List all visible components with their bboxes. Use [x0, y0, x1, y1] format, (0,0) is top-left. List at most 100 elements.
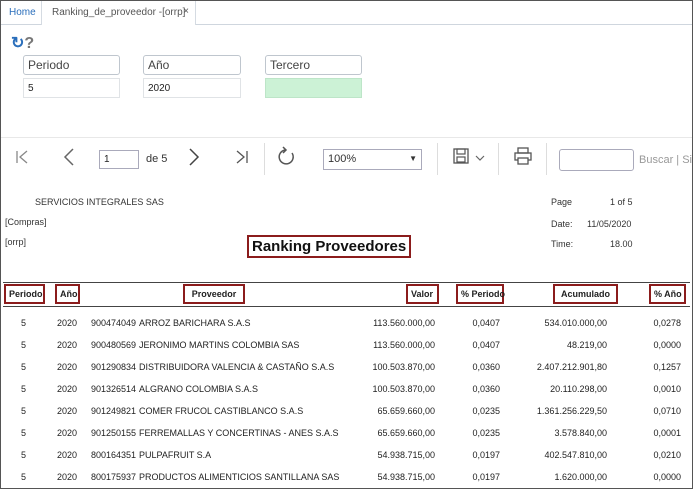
cell-pct-periodo: 0,0360	[472, 384, 500, 394]
cell-nombre: COMER FRUCOL CASTIBLANCO S.A.S	[139, 406, 304, 416]
cell-valor: 65.659.660,00	[377, 428, 435, 438]
cell-pct-periodo: 0,0197	[472, 472, 500, 482]
chevron-down-icon[interactable]	[475, 155, 485, 162]
print-icon[interactable]	[514, 147, 532, 165]
cell-pct-periodo: 0,0360	[472, 362, 500, 372]
col-anio: Año	[55, 284, 80, 304]
cell-acumulado: 2.407.212.901,80	[536, 362, 607, 372]
date-value: 11/05/2020	[587, 219, 632, 229]
cell-pct-periodo: 0,0407	[472, 318, 500, 328]
periodo-label: Periodo	[23, 55, 120, 75]
cell-valor: 100.503.870,00	[372, 362, 435, 372]
table-row: 5 2020 900480569 JERONIMO MARTINS COLOMBIA …	[1, 335, 692, 357]
anio-label: Año	[143, 55, 241, 75]
cell-nit: 800164351	[91, 450, 137, 460]
cell-nit: 901250155	[91, 428, 137, 438]
last-page-icon[interactable]	[235, 150, 249, 164]
table-row: 5 2020 900474049 ARROZ BARICHARA S.A.S 113.5…	[1, 313, 692, 335]
refresh-icon[interactable]: ↻	[11, 35, 24, 52]
search-next-link[interactable]: Buscar | Sig	[639, 154, 692, 166]
table-row: 5 2020 901326514 ALGRANO COLOMBIA S.A.S 100.…	[1, 379, 692, 401]
cell-pct-anio: 0,0001	[653, 428, 681, 438]
col-periodo: Periodo	[4, 284, 45, 304]
cell-periodo: 5	[21, 362, 27, 372]
cell-pct-anio: 0,1257	[653, 362, 681, 372]
cell-pct-anio: 0,0000	[653, 472, 681, 482]
table-row: 5 2020 901249821 COMER FRUCOL CASTIBLANCO S…	[1, 401, 692, 423]
cell-pct-anio: 0,0210	[653, 450, 681, 460]
cell-nit: 900474049	[91, 318, 137, 328]
zoom-select[interactable]: 100% ▼	[323, 149, 422, 170]
cell-periodo: 5	[21, 472, 27, 482]
cell-periodo: 5	[21, 340, 27, 350]
cell-acumulado: 1.361.256.229,50	[536, 406, 607, 416]
company-name: SERVICIOS INTEGRALES SAS	[35, 197, 164, 207]
tab-bar: Home Ranking_de_proveedor -[orrp] ×	[1, 1, 692, 25]
first-page-icon[interactable]	[15, 150, 29, 164]
cell-pct-anio: 0,0010	[653, 384, 681, 394]
search-input[interactable]	[559, 149, 634, 171]
table-header-rule	[3, 306, 690, 307]
toolbar-divider	[546, 143, 547, 175]
cell-nombre: JERONIMO MARTINS COLOMBIA SAS	[139, 340, 300, 350]
cell-valor: 113.560.000,00	[373, 318, 435, 328]
cell-nombre: PRODUCTOS ALIMENTICIOS SANTILLANA SAS	[139, 472, 340, 482]
cell-anio: 2020	[57, 362, 78, 372]
cell-valor: 54.938.715,00	[377, 472, 435, 482]
cell-pct-anio: 0,0710	[653, 406, 681, 416]
close-icon[interactable]: ×	[183, 6, 189, 17]
save-icon[interactable]	[453, 148, 469, 164]
time-label: Time:	[551, 239, 574, 249]
table-row: 5 2020 800164351 PULPAFRUIT S.A 54.938.715,0…	[1, 445, 692, 467]
prev-page-icon[interactable]	[63, 148, 75, 166]
report-viewer-window: Home Ranking_de_proveedor -[orrp] × ↻? P…	[0, 0, 693, 489]
tab-ranking-proveedor[interactable]: Ranking_de_proveedor -[orrp] ×	[41, 1, 196, 25]
col-pct-periodo: % Periodo	[456, 284, 505, 304]
tercero-label: Tercero	[265, 55, 362, 75]
cell-anio: 2020	[57, 340, 78, 350]
cell-nit: 901326514	[91, 384, 137, 394]
cell-pct-anio: 0,0278	[653, 318, 681, 328]
cell-nit: 901249821	[91, 406, 137, 416]
cell-acumulado: 534.010.000,00	[544, 318, 607, 328]
tercero-field[interactable]	[265, 78, 362, 98]
col-acumulado: Acumulado	[553, 284, 618, 304]
cell-periodo: 5	[21, 318, 27, 328]
report-code: [orrp]	[5, 237, 27, 247]
cell-anio: 2020	[57, 318, 78, 328]
cell-nombre: DISTRIBUIDORA VALENCIA & CASTAÑO S.A.S	[139, 362, 335, 372]
date-label: Date:	[551, 219, 573, 229]
cell-anio: 2020	[57, 450, 78, 460]
cell-acumulado: 1.620.000,00	[554, 472, 607, 482]
toolbar-divider	[264, 143, 265, 175]
table-row: 5 2020 901250155 FERREMALLAS Y CONCERTINAS …	[1, 423, 692, 445]
page-number-input[interactable]: 1	[99, 150, 139, 169]
cell-valor: 65.659.660,00	[377, 406, 435, 416]
cell-valor: 54.938.715,00	[377, 450, 435, 460]
cell-nit: 800175937	[91, 472, 137, 482]
divider	[1, 137, 692, 138]
cell-valor: 113.560.000,00	[373, 340, 435, 350]
cell-nit: 901290834	[91, 362, 137, 372]
cell-periodo: 5	[21, 428, 27, 438]
cell-acumulado: 3.578.840,00	[554, 428, 607, 438]
help-icon[interactable]: ?	[24, 35, 34, 52]
cell-pct-periodo: 0,0235	[472, 428, 500, 438]
time-value: 18.00	[610, 239, 633, 249]
table-row: 5 2020 901290834 DISTRIBUIDORA VALENCIA & C…	[1, 357, 692, 379]
col-proveedor: Proveedor	[183, 284, 245, 304]
cell-pct-periodo: 0,0407	[472, 340, 500, 350]
cell-nombre: ARROZ BARICHARA S.A.S	[139, 318, 251, 328]
cell-valor: 100.503.870,00	[372, 384, 435, 394]
cell-anio: 2020	[57, 406, 78, 416]
cell-anio: 2020	[57, 472, 78, 482]
periodo-field[interactable]: 5	[23, 78, 120, 98]
cell-pct-periodo: 0,0197	[472, 450, 500, 460]
col-pct-anio: % Año	[649, 284, 686, 304]
refresh-report-icon[interactable]	[277, 146, 297, 168]
anio-field[interactable]: 2020	[143, 78, 241, 98]
tab-home[interactable]: Home	[9, 7, 36, 18]
next-page-icon[interactable]	[188, 148, 200, 166]
cell-acumulado: 20.110.298,00	[550, 384, 607, 394]
cell-nombre: FERREMALLAS Y CONCERTINAS - ANES S.A.S	[139, 428, 339, 438]
